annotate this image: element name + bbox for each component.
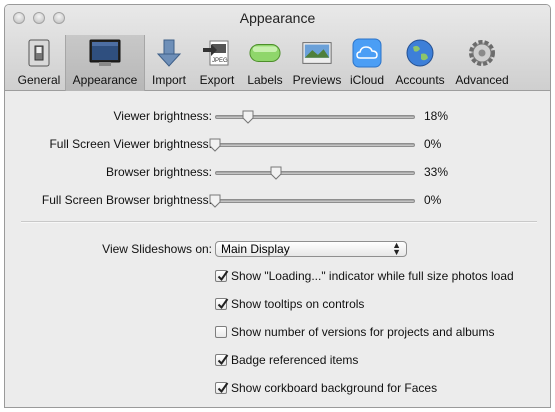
section-divider (21, 221, 537, 223)
checkmark-icon (217, 354, 229, 366)
slideshow-display-popup[interactable]: Main Display ▲ ▼ (215, 241, 407, 257)
fullscreen-viewer-brightness-slider[interactable] (215, 143, 415, 147)
svg-text:JPEG: JPEG (212, 58, 228, 64)
export-jpeg-icon: JPEG (201, 37, 233, 69)
tab-accounts[interactable]: Accounts (389, 35, 451, 91)
accounts-globe-icon (404, 37, 436, 69)
slideshow-label: View Slideshows on: (102, 242, 212, 256)
tab-labels[interactable]: Labels (241, 35, 289, 91)
slider-label: Full Screen Browser brightness: (41, 193, 212, 207)
checkmark-icon (217, 382, 229, 394)
tab-labels-label: Labels (247, 73, 283, 87)
checkbox-corkboard[interactable]: Show corkboard background for Faces (215, 381, 437, 395)
slider-knob[interactable] (269, 166, 283, 180)
checkbox-box[interactable] (215, 270, 229, 282)
tab-general[interactable]: General (13, 35, 65, 91)
checkbox-label: Show tooltips on controls (231, 297, 365, 311)
slideshow-selected-value: Main Display (221, 242, 290, 256)
tab-icloud[interactable]: iCloud (345, 35, 389, 91)
fullscreen-browser-brightness-slider[interactable] (215, 199, 415, 203)
checkbox-box[interactable] (215, 326, 227, 338)
tab-previews-label: Previews (292, 73, 342, 87)
slider-label: Browser brightness: (105, 165, 212, 179)
tab-appearance-label: Appearance (72, 73, 138, 87)
checkbox-box[interactable] (215, 382, 229, 394)
tab-accounts-label: Accounts (395, 73, 445, 87)
slider-knob[interactable] (241, 110, 255, 124)
checkbox-label: Show corkboard background for Faces (231, 381, 438, 395)
title-bar: Appearance General Appearance Import JPE… (5, 5, 550, 91)
window-title: Appearance (239, 10, 316, 26)
checkbox-badge-referenced[interactable]: Badge referenced items (215, 353, 358, 367)
slider-label: Full Screen Viewer brightness: (49, 137, 212, 151)
preferences-toolbar: General Appearance Import JPEG Export La… (13, 35, 513, 91)
checkbox-label: Badge referenced items (231, 353, 359, 367)
checkbox-box[interactable] (215, 298, 229, 310)
preferences-window: Appearance General Appearance Import JPE… (4, 4, 551, 408)
icloud-icon (351, 37, 383, 69)
slider-knob[interactable] (208, 194, 222, 208)
appearance-monitor-icon (89, 37, 121, 69)
tab-import-label: Import (151, 73, 186, 87)
browser-brightness-slider[interactable] (215, 171, 415, 175)
checkbox-version-count[interactable]: Show number of versions for projects and… (215, 325, 494, 339)
slider-value: 18% (424, 109, 449, 123)
slider-label: Viewer brightness: (113, 109, 213, 123)
tab-icloud-label: iCloud (349, 73, 385, 87)
import-arrow-icon (153, 37, 185, 69)
checkbox-tooltips[interactable]: Show tooltips on controls (215, 297, 364, 311)
tab-advanced[interactable]: Advanced (451, 35, 513, 91)
tab-export[interactable]: JPEG Export (193, 35, 241, 91)
checkbox-loading-indicator[interactable]: Show "Loading..." indicator while full s… (215, 269, 514, 283)
appearance-pane: Viewer brightness: 18% Full Screen Viewe… (5, 91, 550, 407)
labels-icon (249, 37, 281, 69)
tab-import[interactable]: Import (145, 35, 193, 91)
slider-value: 33% (424, 165, 449, 179)
checkmark-icon (217, 270, 229, 282)
tab-export-label: Export (199, 73, 235, 87)
tab-general-label: General (17, 73, 61, 87)
tab-previews[interactable]: Previews (289, 35, 345, 91)
checkbox-label: Show "Loading..." indicator while full s… (231, 269, 514, 283)
general-switch-icon (23, 37, 55, 69)
slider-value: 0% (424, 193, 442, 207)
checkmark-icon (217, 298, 229, 310)
slider-value: 0% (424, 137, 442, 151)
advanced-gear-icon (466, 37, 498, 69)
previews-photo-icon (301, 37, 333, 69)
checkbox-box[interactable] (215, 354, 229, 366)
tab-appearance[interactable]: Appearance (65, 35, 145, 91)
checkbox-label: Show number of versions for projects and… (231, 325, 495, 339)
popup-arrows-icon: ▲ ▼ (392, 240, 401, 257)
tab-advanced-label: Advanced (455, 73, 509, 87)
slider-knob[interactable] (208, 138, 222, 152)
